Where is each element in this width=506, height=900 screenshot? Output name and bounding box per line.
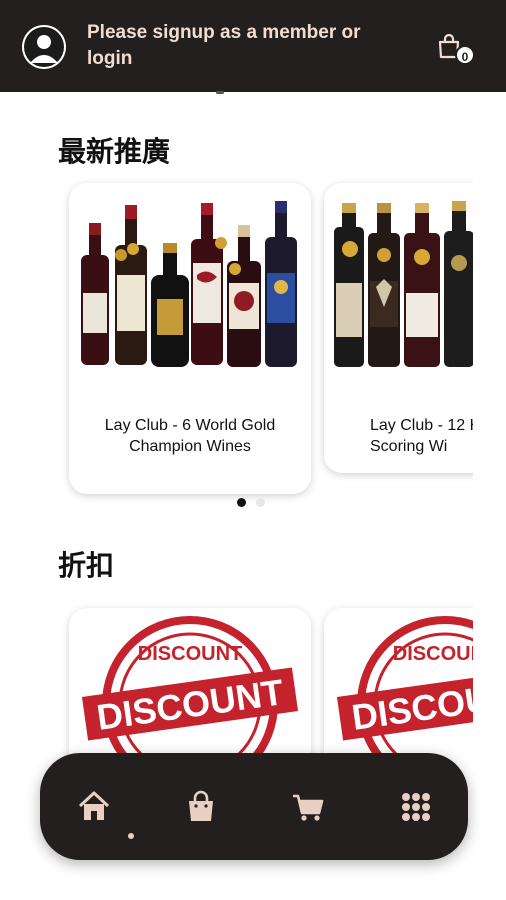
bag-icon	[189, 790, 213, 821]
bottom-navigation	[40, 753, 468, 860]
promo-section-title: 最新推廣	[58, 135, 171, 168]
nav-active-indicator	[128, 833, 134, 839]
carousel-dot[interactable]	[256, 498, 265, 507]
carousel-pagination	[237, 498, 265, 507]
nav-home[interactable]	[74, 787, 114, 827]
nav-bag[interactable]	[181, 787, 221, 827]
promo-card[interactable]: Lay Club - 12 High Scoring Wi	[324, 183, 473, 473]
stamp-arc-text: DISCOUNT	[138, 643, 242, 665]
discount-card[interactable]: DISCOUNT DISCOUNT	[69, 608, 311, 760]
home-icon	[78, 791, 110, 820]
stamp-arc-text: DISCOUNT	[393, 643, 473, 665]
carousel-dot-active[interactable]	[237, 498, 246, 507]
discount-stamp-image: DISCOUNT DISCOUNT	[81, 616, 299, 760]
divider	[216, 91, 224, 94]
promo-card-title: Lay Club - 6 World Gold Champion Wines	[104, 417, 276, 455]
discount-carousel[interactable]: DISCOUNT DISCOUNT DISCOUNT DISCOUNT	[0, 600, 473, 760]
promo-card-title: Lay Club - 12 High Scoring Wi	[370, 417, 473, 455]
wine-bottles-image	[69, 183, 311, 383]
cart-button[interactable]: 0	[435, 33, 475, 67]
cart-icon	[293, 794, 324, 821]
grid-icon	[402, 793, 430, 821]
signup-login-prompt[interactable]: Please signup as a member or login	[87, 20, 397, 72]
nav-cart[interactable]	[288, 787, 328, 827]
nav-menu[interactable]	[396, 787, 436, 827]
user-avatar-icon[interactable]	[22, 25, 66, 69]
promo-card[interactable]: Lay Club - 6 World Gold Champion Wines	[69, 183, 311, 494]
cart-count-badge: 0	[455, 45, 475, 65]
promo-carousel[interactable]: Lay Club - 6 World Gold Champion Wines L…	[0, 175, 473, 505]
discount-section-title: 折扣	[58, 549, 115, 582]
wine-bottles-image	[324, 183, 473, 383]
discount-card[interactable]: DISCOUNT DISCOUNT	[324, 608, 473, 760]
top-header: Please signup as a member or login 0	[0, 0, 506, 92]
discount-stamp-image: DISCOUNT DISCOUNT	[336, 616, 473, 760]
